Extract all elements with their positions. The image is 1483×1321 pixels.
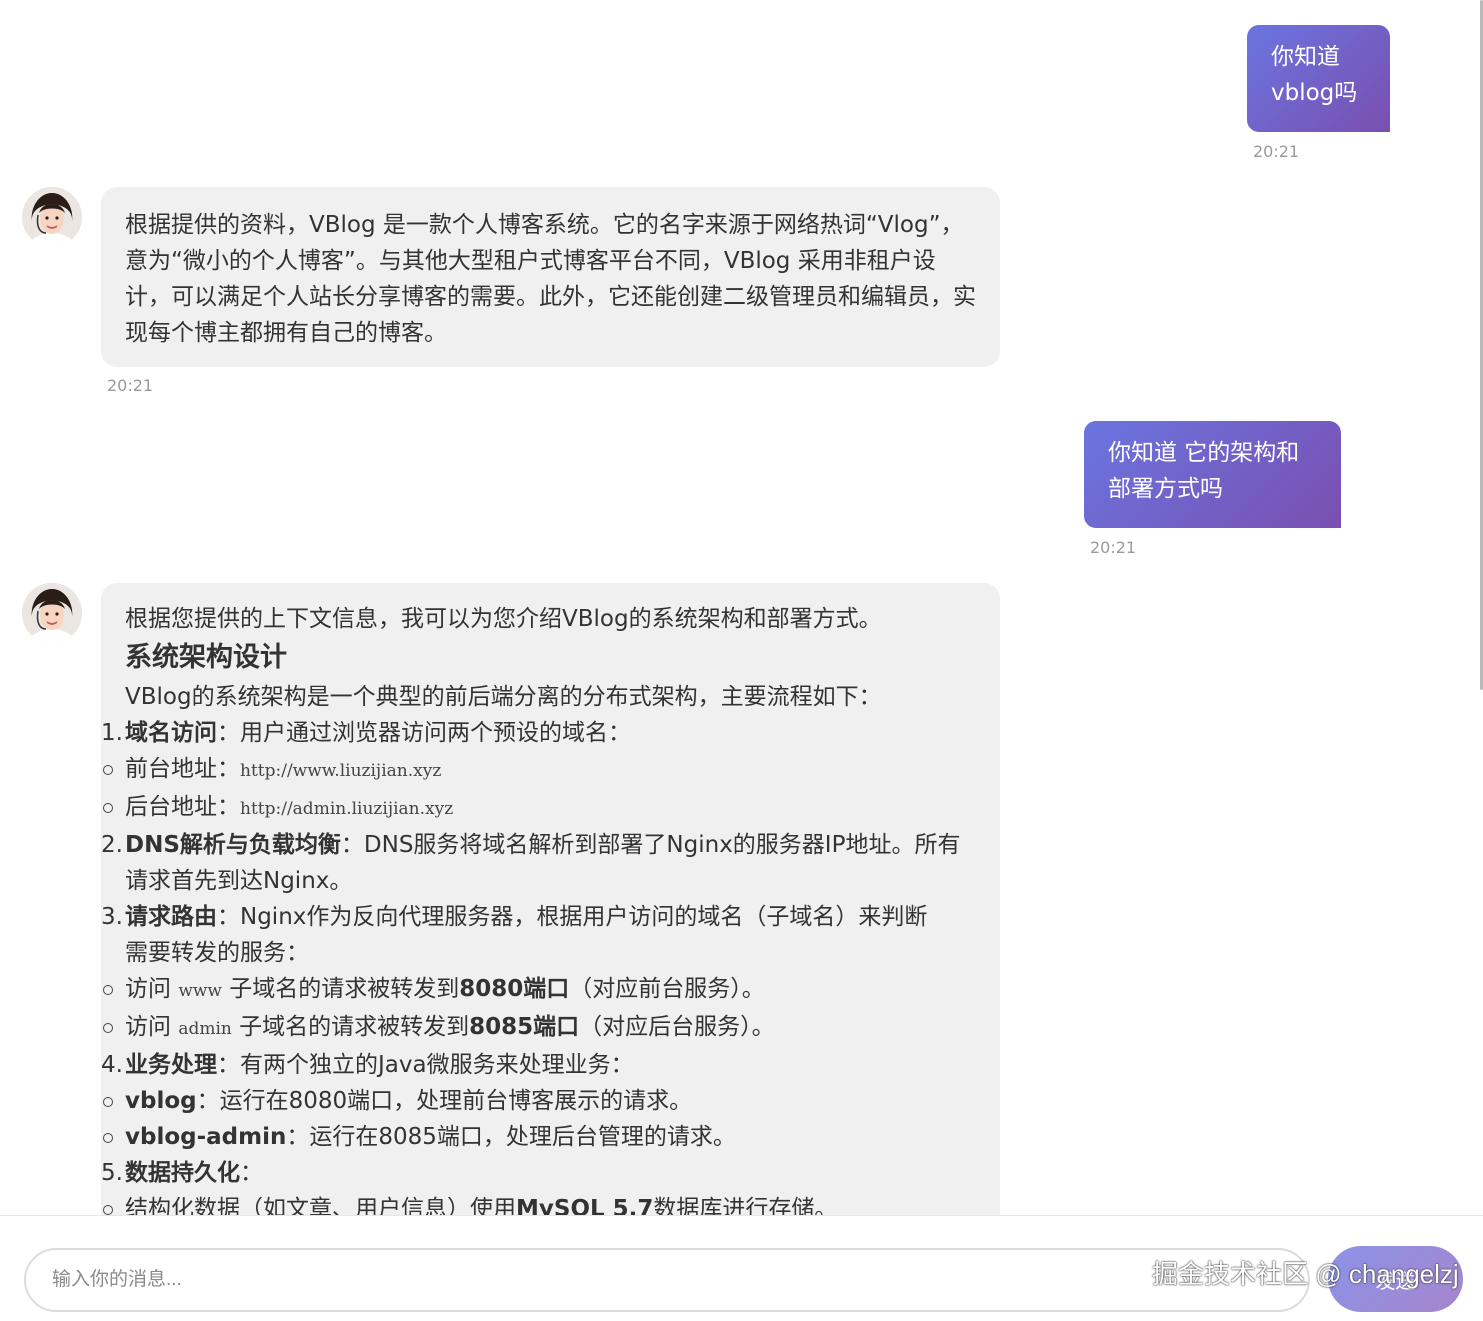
step-title: 数据持久化 <box>125 1160 240 1186</box>
bullet-mid: 子域名的请求被转发到 <box>231 1014 470 1040</box>
paragraph: VBlog的系统架构是一个典型的前后端分离的分布式架构，主要流程如下： <box>125 684 882 710</box>
bullet-item: vblog：运行在8080端口，处理前台博客展示的请求。 <box>103 1083 981 1119</box>
assistant-message-bubble: 根据您提供的上下文信息，我可以为您介绍VBlog的系统架构和部署方式。 系统架构… <box>101 583 1000 1215</box>
step-sep: ： <box>217 1052 240 1078</box>
bullet-item: 结构化数据（如文章、用户信息）使用MySQL 5.7数据库进行存储。 <box>103 1191 981 1215</box>
list-number: 4. <box>101 1052 123 1078</box>
list-item: 3. 请求路由：Nginx作为反向代理服务器，根据用户访问的域名（子域名）来判断 <box>101 899 981 935</box>
user-message-bubble: 你知道 它的架构和 部署方式吗 <box>1084 421 1341 528</box>
message-text-line: 你知道 它的架构和 <box>1108 440 1300 466</box>
message-text-line: vblog吗 <box>1271 80 1358 106</box>
bullet-post: （对应前台服务）。 <box>569 976 765 1002</box>
bullet-bold: MySQL 5.7 <box>516 1196 654 1215</box>
watermark-text: 掘金技术社区 @ changelzj <box>1152 1259 1459 1289</box>
bullet-item: 访问 www 子域名的请求被转发到8080端口（对应前台服务）。 <box>103 971 981 1009</box>
url-code: http://admin.liuzijian.xyz <box>240 799 454 819</box>
list-item: 4. 业务处理：有两个独立的Java微服务来处理业务： <box>101 1047 981 1083</box>
message-timestamp: 20:21 <box>1090 538 1137 557</box>
step-title: 域名访问 <box>125 720 217 746</box>
message-text-line: 部署方式吗 <box>1108 476 1223 502</box>
bullet-post: ：运行在8085端口，处理后台管理的请求。 <box>286 1124 736 1150</box>
section-heading: 系统架构设计 <box>125 642 287 673</box>
message-input[interactable] <box>24 1248 1310 1312</box>
url-code: http://www.liuzijian.xyz <box>240 761 442 781</box>
list-number: 1. <box>101 720 123 746</box>
list-number: 5. <box>101 1160 123 1186</box>
bullet-post: ：运行在8080端口，处理前台博客展示的请求。 <box>196 1088 693 1114</box>
bullet-bold: 8080端口 <box>459 976 570 1002</box>
chat-message-area[interactable]: 你知道 vblog吗 20:21 根据提供的资料，VBlog 是一款个人博客系统… <box>0 0 1483 1215</box>
list-item: 1. 域名访问：用户通过浏览器访问两个预设的域名： <box>101 715 981 751</box>
step-title: 请求路由 <box>125 904 217 930</box>
bullet-bold: 8085端口 <box>469 1014 580 1040</box>
bullet-bold: vblog-admin <box>125 1124 287 1150</box>
assistant-avatar <box>22 187 82 247</box>
bullet-post: 数据库进行存储。 <box>653 1196 838 1215</box>
bullet-post: （对应后台服务）。 <box>579 1014 775 1040</box>
message-timestamp: 20:21 <box>107 376 154 395</box>
step-desc: 用户通过浏览器访问两个预设的域名： <box>240 720 631 746</box>
bullet-bold: vblog <box>125 1088 197 1114</box>
message-text-line: 你知道 <box>1271 44 1340 70</box>
bullet-pre: 访问 <box>125 1014 179 1040</box>
step-desc-continued: 需要转发的服务： <box>125 940 309 966</box>
step-sep: ： <box>240 1160 263 1186</box>
step-desc-continued: 请求首先到达Nginx。 <box>125 868 353 894</box>
step-desc: Nginx作为反向代理服务器，根据用户访问的域名（子域名）来判断 <box>240 904 928 930</box>
bullet-item: 访问 admin 子域名的请求被转发到8085端口（对应后台服务）。 <box>103 1009 981 1047</box>
step-sep: ： <box>217 904 240 930</box>
user-message-bubble: 你知道 vblog吗 <box>1247 25 1390 132</box>
list-number: 3. <box>101 904 123 930</box>
assistant-message-bubble: 根据提供的资料，VBlog 是一款个人博客系统。它的名字来源于网络热词“Vlog… <box>101 187 1000 367</box>
step-desc: DNS服务将域名解析到部署了Nginx的服务器IP地址。所有 <box>363 832 961 858</box>
bullet-item: 后台地址：http://admin.liuzijian.xyz <box>103 789 981 827</box>
step-desc: 有两个独立的Java微服务来处理业务： <box>240 1052 634 1078</box>
step-title: 业务处理 <box>125 1052 217 1078</box>
step-title: DNS解析与负载均衡 <box>125 832 341 858</box>
bullet-pre: 结构化数据（如文章、用户信息）使用 <box>125 1196 516 1215</box>
message-text: 根据提供的资料，VBlog 是一款个人博客系统。它的名字来源于网络热词“Vlog… <box>125 212 976 346</box>
bullet-item: vblog-admin：运行在8085端口，处理后台管理的请求。 <box>103 1119 981 1155</box>
inline-code: www <box>178 981 222 1001</box>
intro-text: 根据您提供的上下文信息，我可以为您介绍VBlog的系统架构和部署方式。 <box>125 606 882 632</box>
bullet-item: 前台地址：http://www.liuzijian.xyz <box>103 751 981 789</box>
list-item: 5. 数据持久化： <box>101 1155 981 1191</box>
step-sep: ： <box>340 832 364 858</box>
chat-app: 你知道 vblog吗 20:21 根据提供的资料，VBlog 是一款个人博客系统… <box>0 0 1483 1321</box>
step-sep: ： <box>217 720 240 746</box>
bullet-label: 前台地址： <box>125 756 240 782</box>
assistant-avatar <box>22 583 82 643</box>
bullet-pre: 访问 <box>125 976 179 1002</box>
bullet-mid: 子域名的请求被转发到 <box>221 976 460 1002</box>
message-timestamp: 20:21 <box>1253 142 1300 161</box>
list-item: 2. DNS解析与负载均衡：DNS服务将域名解析到部署了Nginx的服务器IP地… <box>101 827 981 863</box>
list-number: 2. <box>101 832 123 858</box>
bullet-label: 后台地址： <box>125 794 240 820</box>
inline-code: admin <box>178 1019 232 1039</box>
